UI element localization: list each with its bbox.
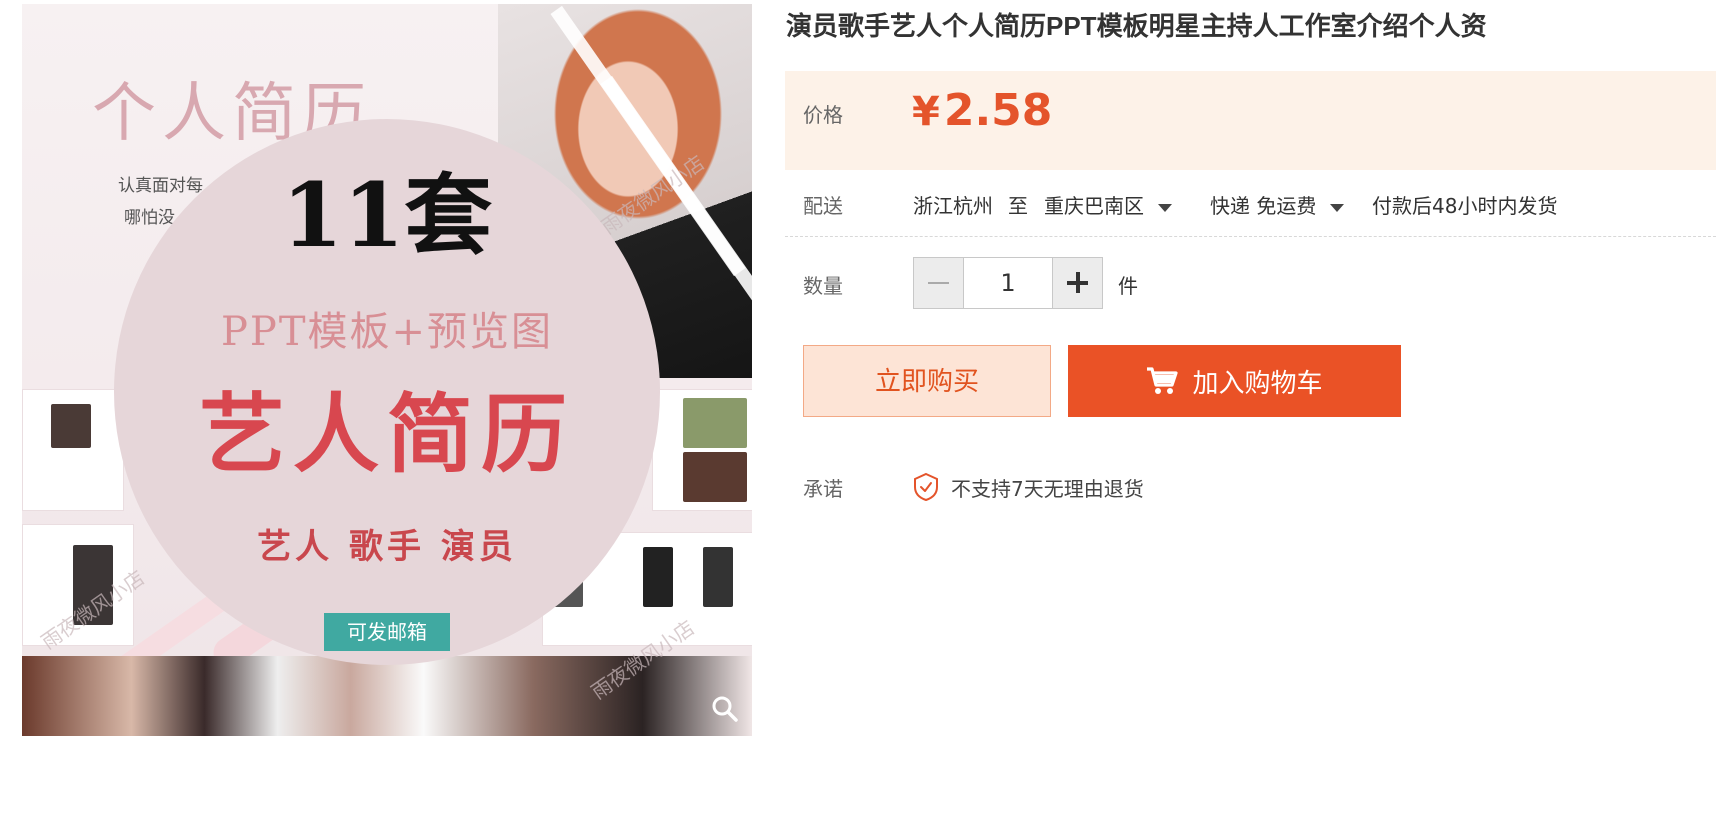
destination-select[interactable]: 重庆巴南区	[1044, 190, 1172, 219]
price-value: ¥2.58	[912, 85, 1052, 136]
caret-down-icon	[1158, 203, 1172, 212]
quantity-unit: 件	[1118, 274, 1138, 298]
email-badge: 可发邮箱	[324, 613, 450, 651]
quantity-stepper	[913, 257, 1103, 309]
cover-tags: 艺人 歌手 演员	[257, 527, 517, 567]
shipping-method-value: 快递 免运费	[1210, 194, 1317, 218]
shield-check-icon	[914, 472, 938, 502]
preview-thumb	[703, 547, 733, 607]
set-count: 11套	[281, 163, 493, 267]
add-to-cart-button[interactable]: 加入购物车	[1068, 345, 1401, 417]
ship-to-word: 至	[1008, 194, 1028, 218]
shipping-method-select[interactable]: 快递 免运费	[1210, 190, 1345, 219]
preview-thumb	[683, 398, 747, 448]
cover-subtitle: PPT模板+预览图	[220, 309, 554, 355]
price-label: 价格	[803, 103, 843, 127]
increase-button[interactable]	[1053, 258, 1102, 308]
minus-icon	[928, 282, 949, 284]
caret-down-icon	[1330, 203, 1345, 212]
destination-value: 重庆巴南区	[1044, 194, 1144, 218]
currency-symbol: ¥	[912, 89, 940, 135]
product-image[interactable]: 个人简历 认真面对每 哪怕没 雨夜微风小店 雨夜微风小店 雨夜微风小店 11套 …	[22, 4, 752, 736]
quantity-input[interactable]	[963, 258, 1053, 308]
promise-label: 承诺	[803, 477, 843, 501]
product-title: 演员歌手艺人个人简历PPT模板明星主持人工作室介绍个人资	[786, 11, 1487, 41]
preview-card	[22, 389, 124, 511]
preview-card	[652, 389, 752, 511]
quantity-label: 数量	[803, 274, 843, 298]
cart-icon	[1147, 367, 1179, 394]
price-box: 价格 ¥2.58	[785, 71, 1716, 170]
promise-text: 不支持7天无理由退货	[951, 477, 1144, 501]
preview-thumb	[51, 404, 91, 448]
ship-time: 付款后48小时内发货	[1372, 194, 1558, 218]
cover-main-title: 艺人简历	[199, 384, 575, 485]
price-amount: 2.58	[943, 85, 1053, 136]
zoom-icon[interactable]	[710, 694, 740, 724]
cover-circle: 11套 PPT模板+预览图 艺人简历 艺人 歌手 演员 可发邮箱	[114, 119, 660, 665]
add-to-cart-label: 加入购物车	[1192, 368, 1323, 399]
buy-now-button[interactable]: 立即购买	[803, 345, 1051, 417]
preview-thumb	[683, 452, 747, 502]
ship-from: 浙江杭州	[913, 194, 993, 218]
decrease-button[interactable]	[914, 258, 963, 308]
delivery-label: 配送	[803, 194, 843, 218]
plus-icon	[1076, 272, 1080, 293]
delivery-row: 配送 浙江杭州 至 重庆巴南区 快递 免运费 付款后48小时内发货	[785, 176, 1716, 237]
